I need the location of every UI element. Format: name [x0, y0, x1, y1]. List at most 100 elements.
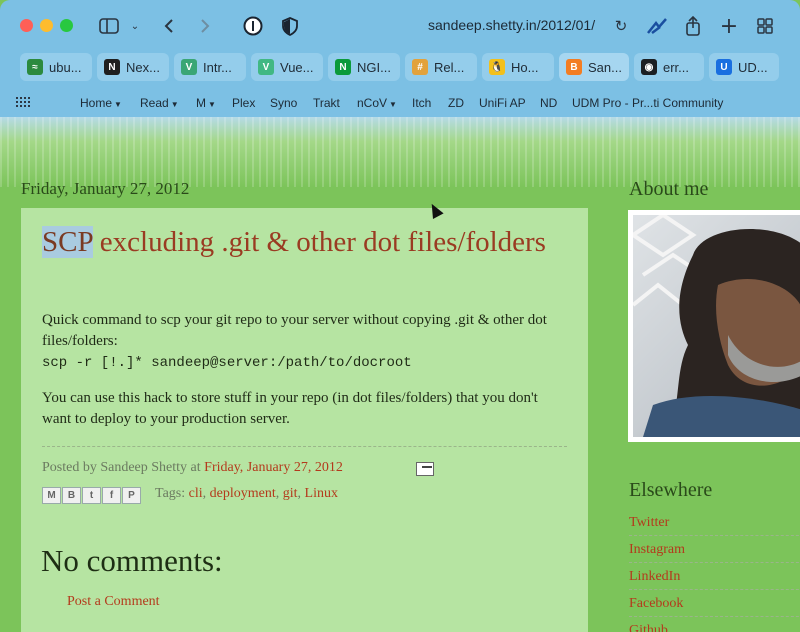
- bookmark-m[interactable]: M ▼: [196, 96, 216, 110]
- post-tags: Tags: cli, deployment, git, Linux: [155, 486, 338, 501]
- bookmark-unifi-ap[interactable]: UniFi AP: [479, 96, 526, 110]
- tab-udm[interactable]: U UD...: [709, 53, 779, 81]
- tab-favicon: B: [566, 59, 582, 75]
- tag-link[interactable]: cli: [189, 486, 203, 501]
- twitter-share-button[interactable]: t: [82, 487, 101, 504]
- tab-err[interactable]: ◉ err...: [634, 53, 704, 81]
- tab-label: Intr...: [203, 59, 232, 75]
- bookmark-itch[interactable]: Itch: [412, 96, 431, 110]
- bookmark-syno[interactable]: Syno: [270, 96, 297, 110]
- bookmark-udm-pro[interactable]: UDM Pro - Pr...ti Community: [572, 96, 723, 110]
- tab-label: UD...: [738, 59, 768, 75]
- tab-next[interactable]: N Nex...: [97, 53, 169, 81]
- tab-favicon: ≈: [27, 59, 43, 75]
- facebook-share-button[interactable]: f: [102, 487, 121, 504]
- email-share-button[interactable]: M: [42, 487, 61, 504]
- post-timestamp-link[interactable]: Friday, January 27, 2012: [204, 460, 343, 475]
- tab-sandeep-active[interactable]: B San...: [559, 53, 629, 81]
- comments-heading: No comments:: [41, 543, 223, 578]
- shield-icon[interactable]: [280, 14, 300, 38]
- bookmark-ncov[interactable]: nCoV ▼: [357, 96, 397, 110]
- sidebar-toggle-icon[interactable]: [98, 14, 120, 38]
- forward-button[interactable]: [196, 14, 214, 38]
- tab-label: NGI...: [357, 59, 391, 75]
- blog-this-button[interactable]: B: [62, 487, 81, 504]
- bookmarks-grid-icon[interactable]: [16, 97, 30, 107]
- chevron-down-icon[interactable]: ⌄: [128, 14, 142, 38]
- tab-label: ubu...: [49, 59, 82, 75]
- tab-label: Rel...: [434, 59, 465, 75]
- password-manager-icon[interactable]: [242, 14, 264, 38]
- post-title[interactable]: SCP excluding .git & other dot files/fol…: [42, 225, 562, 260]
- browser-toolbar: ⌄ sandeep.shetty.in/2012/01/ ↻ + ≈ ubu..…: [0, 0, 800, 117]
- minimize-window-button[interactable]: [40, 19, 53, 32]
- tag-link[interactable]: git: [283, 486, 298, 501]
- tab-overview-icon[interactable]: [755, 14, 775, 38]
- tags-label: Tags:: [155, 486, 189, 501]
- avatar: [633, 215, 800, 437]
- selected-text: SCP: [42, 226, 93, 258]
- pinterest-share-button[interactable]: P: [122, 487, 141, 504]
- bookmark-nd[interactable]: ND: [540, 96, 557, 110]
- post-comment-link[interactable]: Post a Comment: [67, 594, 160, 610]
- tab-vue[interactable]: V Vue...: [251, 53, 323, 81]
- tab-favicon: N: [335, 59, 351, 75]
- reload-icon[interactable]: ↻: [612, 14, 630, 38]
- bookmark-label: M: [196, 96, 206, 110]
- bookmark-zd[interactable]: ZD: [448, 96, 464, 110]
- post-paragraph: You can use this hack to store stuff in …: [42, 390, 538, 427]
- linkedin-link[interactable]: LinkedIn: [629, 569, 800, 590]
- share-icon[interactable]: [683, 14, 703, 38]
- email-post-icon[interactable]: [416, 462, 434, 476]
- tab-label: Ho...: [511, 59, 539, 75]
- address-bar[interactable]: sandeep.shetty.in/2012/01/: [428, 17, 606, 33]
- about-me-heading: About me: [629, 178, 709, 200]
- header-grass-background: [0, 117, 800, 187]
- tab-favicon: V: [258, 59, 274, 75]
- bookmark-label: Home: [80, 96, 113, 110]
- post-divider: [42, 446, 567, 447]
- author-photo: [628, 210, 800, 442]
- back-button[interactable]: [160, 14, 178, 38]
- twitter-link[interactable]: Twitter: [629, 515, 800, 536]
- post-paragraph: Quick command to scp your git repo to yo…: [42, 312, 547, 349]
- tab-nginx[interactable]: N NGI...: [328, 53, 400, 81]
- instagram-link[interactable]: Instagram: [629, 542, 800, 563]
- bookmark-trakt[interactable]: Trakt: [313, 96, 340, 110]
- tab-favicon: #: [412, 59, 428, 75]
- chevron-down-icon: ▼: [389, 100, 397, 109]
- bookmark-plex[interactable]: Plex: [232, 96, 255, 110]
- new-tab-icon[interactable]: +: [719, 14, 739, 39]
- tab-favicon: 🐧: [489, 59, 505, 75]
- github-link[interactable]: Github: [629, 623, 800, 632]
- facebook-link[interactable]: Facebook: [629, 596, 800, 617]
- zoom-window-button[interactable]: [60, 19, 73, 32]
- tab-favicon: U: [716, 59, 732, 75]
- tab-favicon: N: [104, 59, 120, 75]
- tag-link[interactable]: deployment: [210, 486, 276, 501]
- tab-label: Vue...: [280, 59, 314, 75]
- extension-icon[interactable]: [645, 14, 669, 38]
- bookmark-home[interactable]: Home ▼: [80, 96, 122, 110]
- posted-by-label: Posted by Sandeep Shetty at: [42, 460, 205, 475]
- bookmark-label: nCoV: [357, 96, 388, 110]
- tab-rel[interactable]: # Rel...: [405, 53, 477, 81]
- date-header: Friday, January 27, 2012: [21, 179, 190, 198]
- tab-favicon: ◉: [641, 59, 657, 75]
- post-title-rest: excluding .git & other dot files/folders: [92, 226, 546, 258]
- tag-link[interactable]: Linux: [305, 486, 338, 501]
- share-buttons: M B t f P: [42, 487, 142, 504]
- tab-label: Nex...: [126, 59, 160, 75]
- close-window-button[interactable]: [20, 19, 33, 32]
- tab-intro[interactable]: V Intr...: [174, 53, 246, 81]
- command-snippet: scp -r [!.]* sandeep@server:/path/to/doc…: [42, 355, 412, 371]
- chevron-down-icon: ▼: [208, 100, 216, 109]
- bookmark-read[interactable]: Read ▼: [140, 96, 179, 110]
- tab-ubuntu[interactable]: ≈ ubu...: [20, 53, 92, 81]
- tab-label: err...: [663, 59, 690, 75]
- tab-ho[interactable]: 🐧 Ho...: [482, 53, 554, 81]
- tab-favicon: V: [181, 59, 197, 75]
- chevron-down-icon: ▼: [114, 100, 122, 109]
- elsewhere-heading: Elsewhere: [629, 479, 713, 501]
- post-meta: Posted by Sandeep Shetty at Friday, Janu…: [42, 460, 343, 476]
